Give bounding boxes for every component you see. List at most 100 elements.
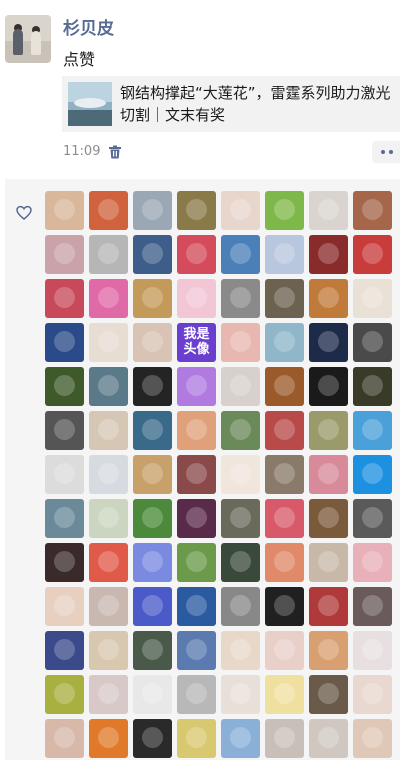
liker-avatar[interactable] [265, 235, 304, 274]
liker-avatar[interactable] [89, 719, 128, 758]
liker-avatar[interactable] [45, 631, 84, 670]
liker-avatar[interactable] [45, 411, 84, 450]
liker-avatar[interactable] [265, 719, 304, 758]
liker-avatar[interactable] [45, 323, 84, 362]
liker-avatar[interactable] [221, 719, 260, 758]
liker-avatar[interactable] [309, 675, 348, 714]
liker-avatar[interactable] [265, 631, 304, 670]
username[interactable]: 杉贝皮 [63, 14, 114, 39]
liker-avatar[interactable] [265, 587, 304, 626]
liker-avatar[interactable] [309, 719, 348, 758]
liker-avatar[interactable] [133, 455, 172, 494]
shared-article-card[interactable]: 钢结构撑起“大莲花”，雷霆系列助力激光切割｜文末有奖 [62, 76, 400, 132]
liker-avatar[interactable] [89, 675, 128, 714]
liker-avatar[interactable] [221, 587, 260, 626]
liker-avatar[interactable] [265, 675, 304, 714]
liker-avatar[interactable] [133, 323, 172, 362]
liker-avatar[interactable] [45, 191, 84, 230]
liker-avatar[interactable] [353, 587, 392, 626]
liker-avatar[interactable] [265, 499, 304, 538]
liker-avatar[interactable] [133, 367, 172, 406]
liker-avatar[interactable] [353, 235, 392, 274]
liker-avatar[interactable] [89, 323, 128, 362]
liker-avatar[interactable] [89, 631, 128, 670]
liker-avatar[interactable] [353, 279, 392, 318]
liker-avatar[interactable] [265, 411, 304, 450]
liker-avatar[interactable] [353, 719, 392, 758]
liker-avatar[interactable] [353, 411, 392, 450]
liker-avatar[interactable] [353, 543, 392, 582]
liker-avatar[interactable] [89, 587, 128, 626]
liker-avatar[interactable] [177, 719, 216, 758]
liker-avatar[interactable] [89, 235, 128, 274]
liker-avatar[interactable] [221, 455, 260, 494]
liker-avatar[interactable] [265, 455, 304, 494]
liker-avatar[interactable] [177, 191, 216, 230]
liker-avatar[interactable] [89, 543, 128, 582]
liker-avatar[interactable] [177, 499, 216, 538]
liker-avatar[interactable] [45, 719, 84, 758]
liker-avatar[interactable] [309, 631, 348, 670]
liker-avatar[interactable] [133, 191, 172, 230]
liker-avatar[interactable] [265, 543, 304, 582]
liker-avatar[interactable] [265, 367, 304, 406]
liker-avatar[interactable] [133, 279, 172, 318]
liker-avatar[interactable] [221, 675, 260, 714]
liker-avatar[interactable] [353, 455, 392, 494]
liker-avatar[interactable] [133, 411, 172, 450]
liker-avatar[interactable] [309, 543, 348, 582]
liker-avatar[interactable] [177, 279, 216, 318]
liker-avatar[interactable] [177, 455, 216, 494]
liker-avatar[interactable] [309, 499, 348, 538]
liker-avatar[interactable] [89, 455, 128, 494]
liker-avatar[interactable] [89, 191, 128, 230]
liker-avatar[interactable] [177, 543, 216, 582]
trash-icon[interactable] [108, 145, 122, 159]
liker-avatar[interactable] [177, 235, 216, 274]
liker-avatar[interactable] [45, 367, 84, 406]
liker-avatar[interactable] [133, 543, 172, 582]
liker-avatar[interactable] [133, 235, 172, 274]
liker-avatar[interactable] [45, 279, 84, 318]
liker-avatar[interactable] [45, 455, 84, 494]
liker-avatar[interactable] [353, 191, 392, 230]
liker-avatar[interactable] [309, 367, 348, 406]
liker-avatar[interactable] [177, 631, 216, 670]
avatar[interactable] [5, 15, 51, 63]
liker-avatar[interactable] [133, 719, 172, 758]
liker-avatar[interactable] [45, 675, 84, 714]
liker-avatar[interactable] [45, 499, 84, 538]
liker-avatar[interactable] [177, 587, 216, 626]
liker-avatar[interactable] [309, 279, 348, 318]
more-actions-button[interactable] [372, 141, 400, 163]
liker-avatar[interactable] [221, 543, 260, 582]
liker-avatar[interactable] [89, 279, 128, 318]
liker-avatar[interactable] [45, 235, 84, 274]
liker-avatar[interactable] [353, 675, 392, 714]
liker-avatar[interactable] [353, 367, 392, 406]
liker-avatar[interactable] [309, 587, 348, 626]
liker-avatar[interactable] [221, 411, 260, 450]
liker-avatar[interactable] [133, 587, 172, 626]
liker-avatar[interactable] [265, 191, 304, 230]
liker-avatar[interactable] [353, 631, 392, 670]
liker-avatar[interactable] [45, 587, 84, 626]
liker-avatar[interactable]: 我是 头像 [177, 323, 216, 362]
liker-avatar[interactable] [177, 411, 216, 450]
liker-avatar[interactable] [133, 631, 172, 670]
liker-avatar[interactable] [89, 499, 128, 538]
liker-avatar[interactable] [221, 323, 260, 362]
liker-avatar[interactable] [309, 455, 348, 494]
liker-avatar[interactable] [221, 367, 260, 406]
liker-avatar[interactable] [353, 323, 392, 362]
liker-avatar[interactable] [309, 411, 348, 450]
liker-avatar[interactable] [89, 367, 128, 406]
liker-avatar[interactable] [177, 675, 216, 714]
liker-avatar[interactable] [309, 235, 348, 274]
liker-avatar[interactable] [309, 191, 348, 230]
liker-avatar[interactable] [265, 323, 304, 362]
liker-avatar[interactable] [265, 279, 304, 318]
liker-avatar[interactable] [177, 367, 216, 406]
liker-avatar[interactable] [133, 499, 172, 538]
liker-avatar[interactable] [45, 543, 84, 582]
